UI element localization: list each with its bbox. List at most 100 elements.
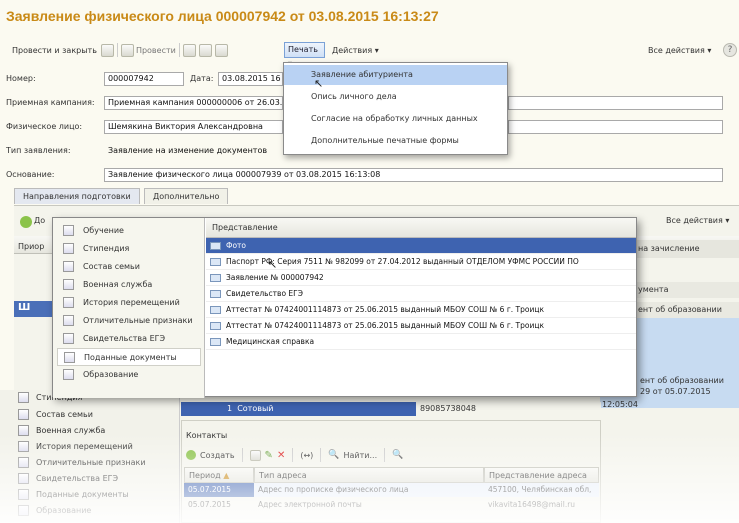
popup-menu-features-label: Отличительные признаки	[83, 316, 193, 325]
doc-row-ege[interactable]: Свидетельство ЕГЭ	[206, 286, 636, 302]
phone-row[interactable]: 1 Сотовый	[181, 402, 416, 416]
post-close-button[interactable]: Провести и закрыть	[12, 46, 101, 55]
doc-icon	[210, 242, 221, 250]
person-label: Физическое лицо:	[6, 122, 83, 131]
phone-row-num: 1	[227, 404, 233, 413]
number-field[interactable]: 000007942	[104, 72, 184, 86]
col-address-type[interactable]: Тип адреса	[254, 467, 484, 483]
tab-directions[interactable]: Направления подготовки	[14, 188, 140, 204]
popup-menu-features[interactable]: Отличительные признаки	[57, 312, 201, 330]
campaign-field[interactable]: Приемная кампания 000000006 от 26.03.	[104, 96, 283, 110]
inner-all-actions-label: Все действия	[666, 216, 723, 225]
add-icon[interactable]	[20, 216, 32, 228]
type-field[interactable]: Заявление на изменение документов	[104, 144, 283, 158]
doc-icon	[210, 290, 221, 298]
back-menu-documents[interactable]: Поданные документы	[14, 487, 129, 503]
education-icon	[18, 505, 29, 516]
date-field[interactable]: 03.08.2015 16	[218, 72, 283, 86]
window-title: Заявление физического лица 000007942 от …	[6, 8, 439, 24]
right-col-header-3: ент об образовании	[632, 302, 739, 318]
find-button[interactable]: Найти...	[344, 451, 378, 460]
col-address-view[interactable]: Представление адреса	[484, 467, 599, 483]
back-menu-features[interactable]: Отличительные признаки	[14, 455, 146, 471]
right-col-header-2: ументa	[632, 282, 739, 298]
help-icon[interactable]: ?	[723, 43, 737, 57]
all-actions-menu[interactable]: Все действия ▾	[648, 40, 711, 60]
popup-menu-history-label: История перемещений	[83, 298, 180, 307]
doc-row-certificate-1-text: Аттестат № 07424001114873 от 25.06.2015 …	[226, 305, 544, 314]
doc-icon	[210, 306, 221, 314]
basis-field[interactable]: Заявление физического лица 000007939 от …	[104, 168, 723, 182]
popup-menu-family[interactable]: Состав семьи	[57, 258, 201, 276]
star-icon	[18, 457, 29, 468]
contact-row-2-period[interactable]: 05.07.2015	[184, 498, 254, 512]
study-icon	[63, 225, 74, 236]
history-icon	[18, 441, 29, 452]
doc-row-photo[interactable]: Фото	[206, 238, 636, 254]
print-item-additional[interactable]: Дополнительные печатные формы	[284, 131, 507, 151]
col-period-label: Период	[189, 471, 221, 480]
back-menu-education[interactable]: Образование	[14, 503, 91, 519]
back-menu-military-label: Военная служба	[36, 426, 106, 435]
popup-menu-education[interactable]: Образование	[57, 366, 201, 384]
back-menu-military[interactable]: Военная служба	[14, 423, 105, 439]
back-menu-family-label: Состав семьи	[36, 410, 93, 419]
documents-grid-header: Представление	[206, 218, 636, 238]
tab-additional[interactable]: Дополнительно	[144, 188, 229, 204]
right-block-time: 12:05:04	[602, 400, 638, 409]
right-col-header-1: на зачисление	[632, 240, 739, 258]
person-field[interactable]: Шемякина Виктория Александровна	[104, 120, 283, 134]
add-label[interactable]: До	[34, 216, 45, 225]
create-button[interactable]: Создать	[200, 451, 235, 460]
person-field-tail[interactable]	[508, 120, 723, 134]
tabs-bar: Направления подготовки Дополнительно	[14, 188, 314, 204]
contact-row-1-period[interactable]: 05.07.2015	[184, 483, 254, 497]
popup-menu-military[interactable]: Военная служба	[57, 276, 201, 294]
doc-row-certificate-2[interactable]: Аттестат № 07424001114873 от 25.06.2015 …	[206, 318, 636, 334]
popup-menu-documents[interactable]: Поданные документы	[57, 348, 201, 366]
campaign-label: Приемная кампания:	[6, 98, 95, 107]
edit-icon[interactable]: ✎	[265, 450, 273, 461]
copy-icon[interactable]	[249, 449, 261, 461]
mouse-cursor-icon: ↖	[314, 77, 324, 90]
col-period[interactable]: Период ▲	[184, 467, 254, 483]
back-menu-history[interactable]: История перемещений	[14, 439, 133, 455]
popup-menu-history[interactable]: История перемещений	[57, 294, 201, 312]
print-item-consent[interactable]: Согласие на обработку личных данных	[284, 109, 507, 129]
documents-popup: Обучение Стипендия Состав семьи Военная …	[52, 217, 637, 398]
doc-row-certificate-1[interactable]: Аттестат № 07424001114873 от 25.06.2015 …	[206, 302, 636, 318]
print-dropdown: Заявление абитуриента Опись личного дела…	[283, 62, 508, 155]
save-icon[interactable]	[100, 43, 114, 57]
inner-all-actions[interactable]: Все действия ▾	[666, 216, 729, 225]
linked-docs-icon[interactable]	[214, 43, 228, 57]
actions-menu[interactable]: Действия ▾	[332, 40, 379, 60]
delete-icon[interactable]: ✕	[277, 450, 285, 461]
popup-menu-study-label: Обучение	[83, 226, 124, 235]
print-button[interactable]: Печать ▾	[284, 42, 325, 68]
doc-icon	[210, 258, 221, 266]
doc-row-certificate-2-text: Аттестат № 07424001114873 от 25.06.2015 …	[226, 321, 544, 330]
structure-icon[interactable]	[182, 43, 196, 57]
doc-row-medical[interactable]: Медицинская справка	[206, 334, 636, 350]
back-menu-ege[interactable]: Свидетельства ЕГЭ	[14, 471, 118, 487]
back-menu-ege-label: Свидетельства ЕГЭ	[36, 474, 119, 483]
documents-icon	[18, 489, 29, 500]
campaign-field-tail[interactable]	[508, 96, 723, 110]
popup-menu-ege[interactable]: Свидетельства ЕГЭ	[57, 330, 201, 348]
doc-icon	[210, 322, 221, 330]
doc-icon	[210, 274, 221, 282]
refresh-icon[interactable]: (↔)	[300, 451, 313, 460]
prior-column: Приор	[18, 242, 45, 251]
doc-row-application[interactable]: Заявление № 000007942	[206, 270, 636, 286]
popup-menu-study[interactable]: Обучение	[57, 222, 201, 240]
post-button[interactable]: Провести	[136, 46, 176, 55]
create-icon[interactable]	[186, 450, 196, 460]
popup-menu-scholarship[interactable]: Стипендия	[57, 240, 201, 258]
post-icon[interactable]	[120, 43, 134, 57]
search-cancel-icon[interactable]: 🔍	[392, 450, 403, 460]
back-menu-family[interactable]: Состав семьи	[14, 407, 93, 423]
movements-icon[interactable]	[198, 43, 212, 57]
documents-grid: Представление Фото Паспорт РФ: Серия 751…	[206, 218, 636, 398]
find-icon[interactable]: 🔍	[328, 450, 339, 460]
print-item-inventory[interactable]: Опись личного дела	[284, 87, 507, 107]
